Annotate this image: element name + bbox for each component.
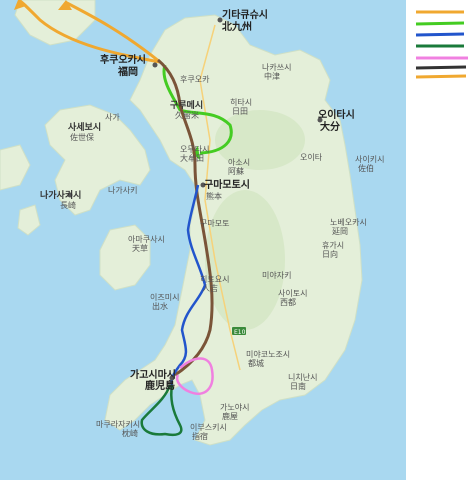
saiki-label: 사이키시	[355, 154, 384, 164]
kanoya-label-ja: 鹿屋	[222, 411, 238, 421]
nakatsu-label-ja: 中津	[264, 71, 280, 81]
kitakyushu-label: 기타큐슈시	[222, 8, 268, 21]
legend-panel	[406, 0, 472, 480]
legend-line-black	[415, 65, 467, 70]
kumamoto-label-ja: 熊本	[206, 191, 222, 201]
ibusuki-label-ja: 指宿	[192, 431, 208, 441]
hitoyoshi-label: 히토요시	[200, 274, 229, 284]
nagasaki-label: 나가사키시	[40, 189, 81, 201]
saiki-label-ja: 佐伯	[358, 163, 374, 173]
legend-svg	[415, 10, 468, 79]
kagoshima-label: 가고시마시	[130, 368, 176, 381]
amakusa-label-ja: 天草	[132, 243, 148, 253]
amakusa-label: 아마쿠사시	[128, 234, 165, 244]
highway-shield-label: E10	[234, 329, 246, 336]
fukuoka-label: 후쿠오카시	[100, 53, 146, 66]
oita-pref-label: 오이타	[300, 152, 323, 162]
hyuga-label-ja: 日向	[322, 249, 338, 259]
miyakonojo-label-ja: 都城	[248, 359, 264, 368]
kumamoto-label: 구마모토시	[204, 178, 250, 191]
makurazaki-label: 마쿠라자키시	[96, 420, 140, 429]
miyakonojo-label: 미야코노조시	[246, 349, 290, 359]
west-island	[17, 204, 41, 236]
saito-label-ja: 西都	[280, 298, 296, 307]
kitakyushu-label-ja: 北九州	[222, 20, 252, 33]
kurume-label-ja: 久留米	[175, 110, 199, 120]
legend-line-orange-2	[415, 74, 467, 79]
kanoya-label: 가노야시	[220, 402, 249, 412]
sasebo-label-ja: 佐世保	[70, 132, 94, 142]
nichinan-label-ja: 日南	[290, 381, 306, 391]
omuta-label-ja: 大牟田	[180, 153, 204, 163]
saito-label: 사이토시	[278, 288, 307, 298]
izumi-label-ja: 出水	[152, 301, 168, 311]
nakatsu-label: 나카쓰시	[262, 63, 291, 72]
hitoyoshi-label-ja: 人吉	[202, 284, 218, 293]
nagasaki-pref-label: 나가사키	[108, 186, 137, 195]
oita-label: 오이타시	[318, 108, 355, 121]
ibusuki-label: 이부스키시	[190, 422, 227, 432]
fukuoka-pref-label: 후쿠오카	[180, 75, 210, 84]
map-svg: 기타큐슈시 北九州 후쿠오카시 福岡 후쿠오카 구루메시 久留米 오이타시 大分…	[0, 0, 384, 446]
hita-label-ja: 日田	[232, 107, 248, 116]
aso-label: 아소시	[228, 157, 250, 167]
nobeoka-label: 노베오카시	[330, 218, 367, 227]
fukuoka-label-ja: 福岡	[117, 65, 138, 78]
oita-label-ja: 大分	[320, 120, 340, 133]
makurazaki-label-ja: 枕崎	[122, 428, 138, 438]
aso-label-ja: 阿蘇	[228, 166, 244, 176]
kumamoto-pref-label: 구마모토	[200, 219, 229, 228]
saga-label: 사가	[105, 113, 120, 122]
izumi-label: 이즈미시	[150, 292, 179, 302]
nichinan-label: 니치난시	[288, 372, 317, 382]
hita-label: 히타시	[230, 97, 252, 107]
kurume-label: 구루메시	[170, 99, 203, 111]
sasebo-label: 사세보시	[68, 121, 101, 133]
map-canvas[interactable]: 기타큐슈시 北九州 후쿠오카시 福岡 후쿠오카 구루메시 久留米 오이타시 大分…	[0, 0, 406, 480]
mountain-area	[205, 190, 285, 330]
nagasaki-label-ja: 長崎	[60, 200, 76, 210]
fukuoka-marker[interactable]	[152, 62, 158, 68]
miyazaki-pref-label: 미야자키	[262, 270, 291, 280]
legend-line-green	[415, 21, 465, 26]
legend-line-blue	[415, 32, 465, 37]
nobeoka-label-ja: 延岡	[332, 226, 348, 236]
hyuga-label: 휴가시	[322, 241, 344, 250]
kagoshima-label-ja: 鹿児島	[145, 379, 175, 392]
omuta-label: 오무타시	[180, 145, 209, 154]
goto-island	[0, 144, 31, 191]
